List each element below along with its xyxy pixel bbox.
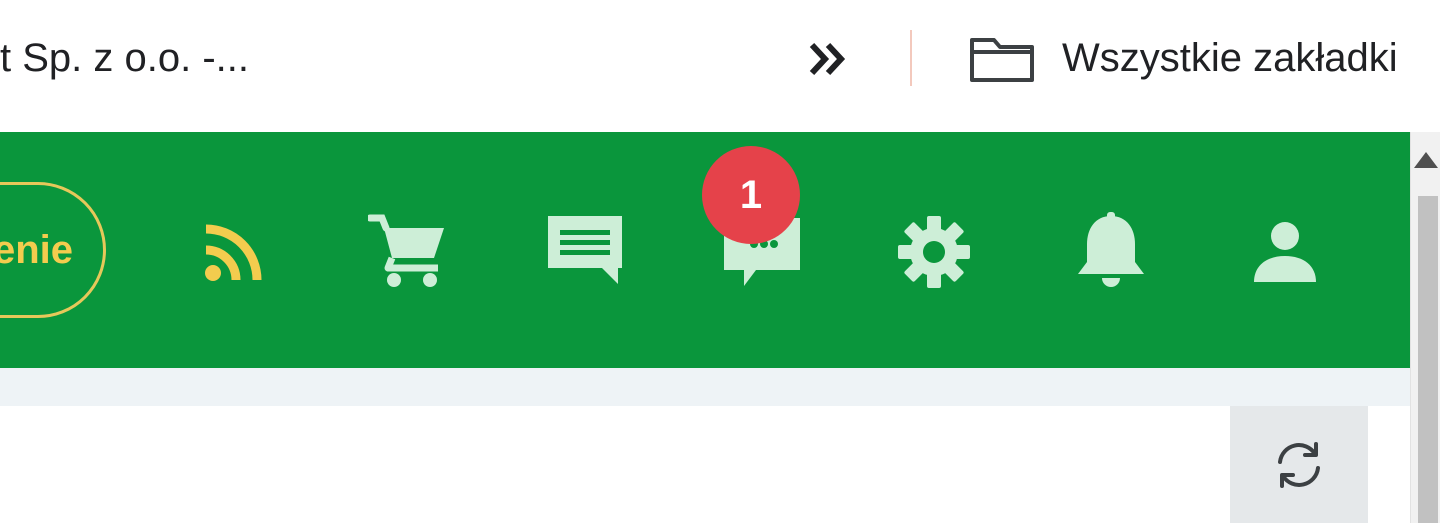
- browser-viewport: t Sp. z o.o. -... Wszystkie zakładki eni…: [0, 0, 1440, 523]
- double-chevron-right-icon[interactable]: [806, 36, 852, 82]
- navbar-substrip: [0, 368, 1410, 406]
- bookmarks-divider: [910, 30, 912, 86]
- all-bookmarks-button[interactable]: Wszystkie zakładki: [968, 28, 1398, 88]
- all-bookmarks-label: Wszystkie zakładki: [1062, 35, 1398, 80]
- bookmarks-bar: t Sp. z o.o. -... Wszystkie zakładki: [0, 0, 1440, 132]
- gear-icon[interactable]: [896, 214, 972, 290]
- pill-button[interactable]: enie: [0, 182, 106, 318]
- message-icon[interactable]: [546, 212, 626, 286]
- refresh-icon: [1278, 441, 1320, 488]
- notification-badge-count: 1: [739, 172, 763, 217]
- refresh-button[interactable]: [1230, 406, 1368, 523]
- rss-icon[interactable]: [204, 220, 266, 282]
- top-navbar: enie 1: [0, 132, 1410, 368]
- scroll-up-arrow-icon[interactable]: [1412, 146, 1440, 176]
- bookmark-item[interactable]: t Sp. z o.o. -...: [0, 36, 249, 81]
- page-content: [0, 406, 1410, 523]
- pill-button-label: enie: [0, 227, 73, 272]
- bell-icon[interactable]: [1076, 212, 1146, 290]
- cart-icon[interactable]: [368, 212, 448, 288]
- notification-badge: 1: [702, 146, 800, 244]
- folder-icon: [970, 38, 1034, 82]
- user-icon[interactable]: [1252, 220, 1318, 284]
- scrollbar-thumb[interactable]: [1418, 196, 1438, 523]
